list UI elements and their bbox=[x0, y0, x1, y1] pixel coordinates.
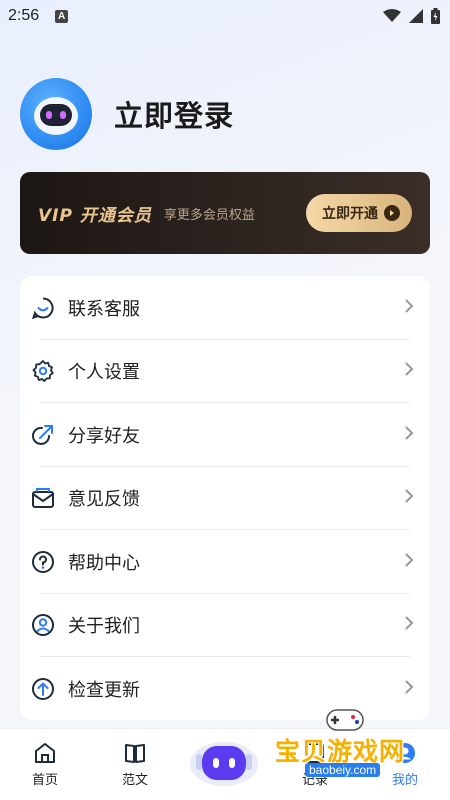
user-icon bbox=[30, 612, 56, 638]
status-bar: 2:56 A bbox=[0, 0, 450, 32]
avatar[interactable] bbox=[20, 78, 92, 150]
settings-menu: 联系客服 个人设置 分享好友 意见反馈 帮助中心 关于我们 检查更新 bbox=[20, 276, 430, 720]
profile-header[interactable]: 立即登录 bbox=[20, 78, 234, 150]
menu-item-customer-service[interactable]: 联系客服 bbox=[20, 276, 430, 340]
wifi-icon bbox=[383, 9, 401, 22]
nav-samples[interactable]: 范文 bbox=[90, 729, 180, 800]
chevron-right-icon bbox=[404, 552, 414, 572]
chevron-right-icon bbox=[404, 679, 414, 699]
arrow-right-icon bbox=[384, 205, 400, 221]
menu-item-label: 帮助中心 bbox=[68, 552, 140, 574]
watermark-url: baobeiy.com bbox=[305, 763, 381, 777]
home-icon bbox=[35, 743, 55, 763]
menu-item-about[interactable]: 关于我们 bbox=[20, 594, 430, 658]
chevron-right-icon bbox=[404, 361, 414, 381]
status-time: 2:56 bbox=[8, 7, 40, 24]
chevron-right-icon bbox=[404, 488, 414, 508]
menu-item-label: 联系客服 bbox=[68, 298, 140, 320]
menu-item-label: 意见反馈 bbox=[68, 489, 140, 511]
menu-item-help[interactable]: 帮助中心 bbox=[20, 530, 430, 594]
chevron-right-icon bbox=[404, 298, 414, 318]
signal-icon bbox=[409, 9, 423, 23]
vip-title: VIP 开通会员 bbox=[38, 205, 152, 226]
update-arrow-icon bbox=[30, 676, 56, 702]
menu-item-feedback[interactable]: 意见反馈 bbox=[20, 467, 430, 531]
help-icon bbox=[30, 549, 56, 575]
feedback-mail-icon bbox=[30, 485, 56, 511]
gamepad-icon bbox=[326, 709, 364, 731]
nav-label: 范文 bbox=[121, 773, 148, 788]
nav-home[interactable]: 首页 bbox=[0, 729, 90, 800]
login-link[interactable]: 立即登录 bbox=[114, 93, 234, 135]
robot-icon[interactable] bbox=[188, 734, 260, 788]
menu-item-label: 分享好友 bbox=[68, 425, 140, 447]
notification-a-icon: A bbox=[55, 9, 69, 23]
nav-label: 首页 bbox=[31, 773, 58, 788]
share-icon bbox=[30, 422, 56, 448]
vip-open-button[interactable]: 立即开通 bbox=[306, 194, 412, 232]
menu-item-settings[interactable]: 个人设置 bbox=[20, 340, 430, 404]
chevron-right-icon bbox=[404, 425, 414, 445]
menu-item-share[interactable]: 分享好友 bbox=[20, 403, 430, 467]
watermark: 宝贝游戏网 baobeiy.com bbox=[275, 706, 435, 786]
robot-avatar-icon bbox=[34, 97, 78, 135]
status-indicators bbox=[383, 8, 440, 24]
vip-banner[interactable]: VIP 开通会员 享更多会员权益 立即开通 bbox=[20, 172, 430, 254]
gear-icon bbox=[30, 358, 56, 384]
vip-subtitle: 享更多会员权益 bbox=[163, 207, 255, 223]
customer-service-icon bbox=[30, 295, 56, 321]
menu-item-label: 关于我们 bbox=[68, 616, 140, 638]
vip-open-button-label: 立即开通 bbox=[322, 206, 378, 222]
menu-item-label: 检查更新 bbox=[68, 679, 140, 701]
battery-icon bbox=[431, 8, 440, 24]
menu-item-label: 个人设置 bbox=[68, 362, 140, 384]
chevron-right-icon bbox=[404, 615, 414, 635]
book-icon bbox=[125, 744, 145, 763]
